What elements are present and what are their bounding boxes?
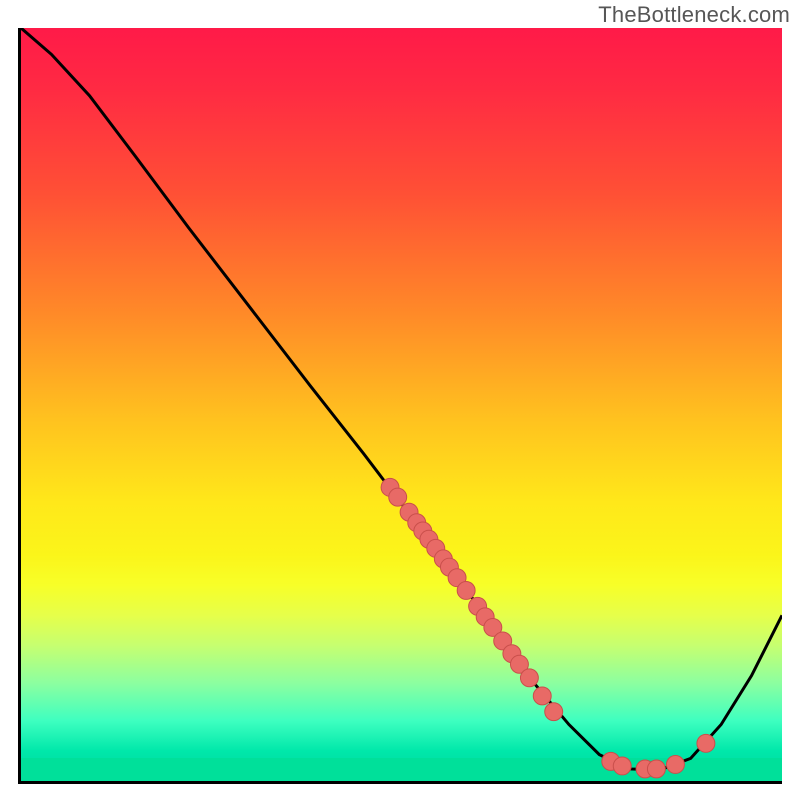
data-point-marker [647,760,665,778]
chart-container: TheBottleneck.com [0,0,800,800]
data-point-marker [613,757,631,775]
bottleneck-curve [21,28,782,770]
data-point-marker [389,488,407,506]
data-point-marker [697,734,715,752]
data-point-marker [520,669,538,687]
watermark-text: TheBottleneck.com [598,2,790,28]
data-point-marker [457,581,475,599]
plot-area [18,28,782,784]
data-point-marker [666,756,684,774]
chart-svg-overlay [21,28,782,781]
data-point-marker [545,703,563,721]
data-point-markers [381,478,715,778]
data-point-marker [533,687,551,705]
